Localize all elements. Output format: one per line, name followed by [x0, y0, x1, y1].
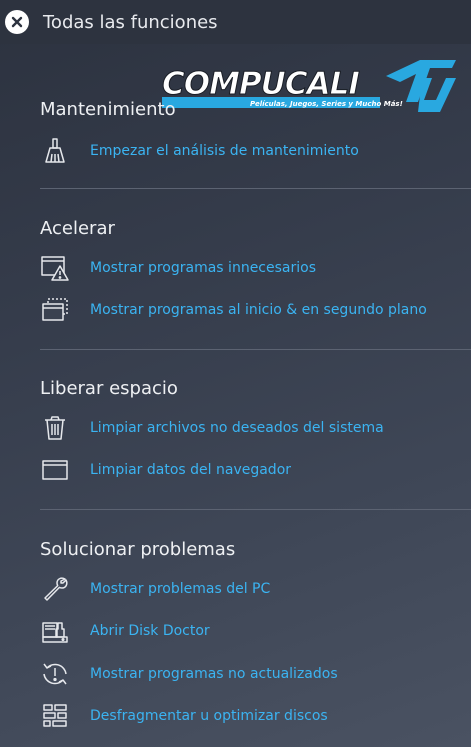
- item-clean-browser-data[interactable]: Limpiar datos del navegador: [40, 453, 460, 487]
- section-title-acelerar: Acelerar: [40, 218, 115, 239]
- trash-icon: [40, 413, 70, 443]
- section-title-solucionar-problemas: Solucionar problemas: [40, 539, 236, 560]
- item-label: Mostrar problemas del PC: [90, 581, 271, 597]
- svg-text:COMPUCALI: COMPUCALI: [162, 66, 359, 102]
- item-defragment-disks[interactable]: Desfragmentar u optimizar discos: [40, 699, 460, 733]
- browser-window-icon: [40, 455, 70, 485]
- item-clean-system-junk[interactable]: Limpiar archivos no deseados del sistema: [40, 411, 460, 445]
- item-label: Desfragmentar u optimizar discos: [90, 708, 328, 724]
- divider: [40, 188, 471, 189]
- top-bar: Todas las funciones: [0, 0, 471, 44]
- item-label: Mostrar programas no actualizados: [90, 666, 338, 682]
- item-unnecessary-programs[interactable]: Mostrar programas innecesarios: [40, 251, 460, 285]
- section-title-liberar-espacio: Liberar espacio: [40, 378, 178, 399]
- divider: [40, 509, 471, 510]
- item-open-disk-doctor[interactable]: Abrir Disk Doctor: [40, 614, 460, 648]
- item-maintenance-scan[interactable]: Empezar el análisis de mantenimiento: [40, 134, 460, 168]
- windows-stack-icon: [40, 295, 70, 325]
- item-label: Abrir Disk Doctor: [90, 623, 210, 639]
- close-button[interactable]: [5, 10, 29, 34]
- item-startup-programs[interactable]: Mostrar programas al inicio & en segundo…: [40, 293, 460, 327]
- watermark-logo: COMPUCALI Películas, Juegos, Series y Mu…: [160, 56, 460, 128]
- item-outdated-programs[interactable]: Mostrar programas no actualizados: [40, 657, 460, 691]
- section-title-mantenimiento: Mantenimiento: [40, 99, 176, 120]
- item-show-pc-problems[interactable]: Mostrar problemas del PC: [40, 572, 460, 606]
- item-label: Mostrar programas innecesarios: [90, 260, 316, 276]
- item-label: Limpiar archivos no deseados del sistema: [90, 420, 384, 436]
- svg-text:Películas, Juegos, Series y Mu: Películas, Juegos, Series y Mucho Más!: [250, 100, 403, 108]
- window-warning-icon: [40, 253, 70, 283]
- item-label: Mostrar programas al inicio & en segundo…: [90, 302, 427, 318]
- item-label: Limpiar datos del navegador: [90, 462, 292, 478]
- item-label: Empezar el análisis de mantenimiento: [90, 143, 359, 159]
- divider: [40, 349, 471, 350]
- wrench-icon: [40, 574, 70, 604]
- page-title: Todas las funciones: [43, 11, 218, 33]
- disk-doctor-icon: [40, 616, 70, 646]
- close-icon: [11, 16, 23, 28]
- broom-icon: [40, 136, 70, 166]
- update-alert-icon: [40, 659, 70, 689]
- defrag-icon: [40, 701, 70, 731]
